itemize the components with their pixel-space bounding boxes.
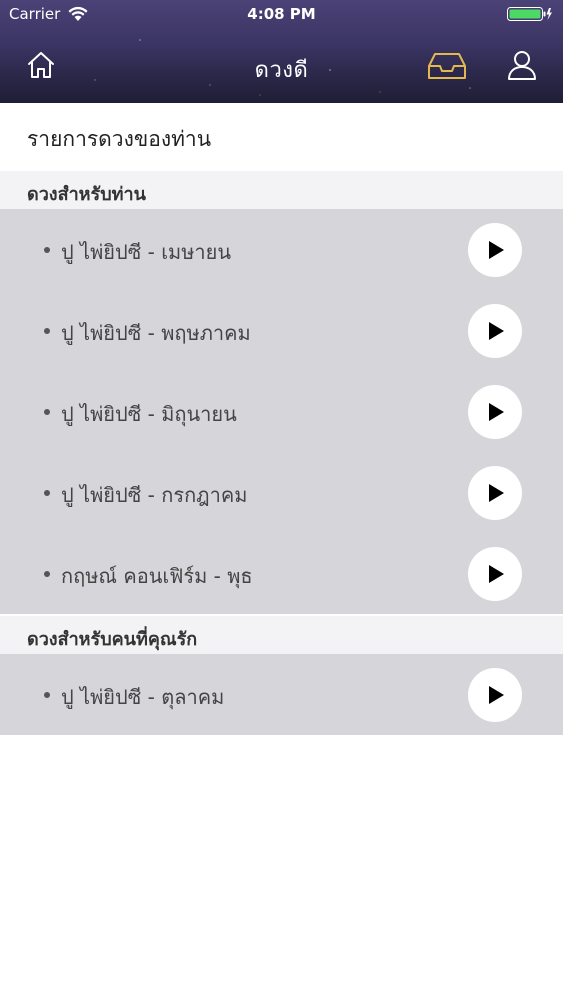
header: Carrier 4:08 PM ดวงดี <box>0 0 563 103</box>
list-item[interactable]: ปู ไพ่ยิปซี - เมษายน <box>0 209 563 290</box>
list-item[interactable]: ปู ไพ่ยิปซี - กรกฎาคม <box>0 452 563 533</box>
section-header-for-loved-one: ดวงสำหรับคนที่คุณรัก <box>0 616 563 654</box>
status-bar: Carrier 4:08 PM <box>0 0 563 30</box>
nav-title: ดวงดี <box>254 58 309 83</box>
app-screen: Carrier 4:08 PM ดวงดี รายการดวงของท่าน ด… <box>0 0 563 1000</box>
play-button[interactable] <box>468 668 522 722</box>
play-icon <box>489 484 504 502</box>
section-list-for-you: ปู ไพ่ยิปซี - เมษายน ปู ไพ่ยิปซี - พฤษภา… <box>0 209 563 614</box>
play-button[interactable] <box>468 466 522 520</box>
page-heading: รายการดวงของท่าน <box>0 103 563 171</box>
inbox-icon[interactable] <box>427 52 467 80</box>
bullet-icon <box>44 692 50 698</box>
item-label: ปู ไพ่ยิปซี - เมษายน <box>61 240 232 264</box>
item-label: ปู ไพ่ยิปซี - มิถุนายน <box>61 402 237 426</box>
play-button[interactable] <box>468 385 522 439</box>
page-title: รายการดวงของท่าน <box>27 127 212 151</box>
status-time: 4:08 PM <box>247 5 316 23</box>
play-icon <box>489 565 504 583</box>
list-item[interactable]: ปู ไพ่ยิปซี - ตุลาคม <box>0 654 563 735</box>
list-item[interactable]: ปู ไพ่ยิปซี - พฤษภาคม <box>0 290 563 371</box>
bullet-icon <box>44 571 50 577</box>
play-icon <box>489 241 504 259</box>
list-item[interactable]: กฤษณ์ คอนเฟิร์ม - พุธ <box>0 533 563 614</box>
navigation-bar: ดวงดี <box>0 38 563 96</box>
user-icon[interactable] <box>506 49 538 81</box>
bullet-icon <box>44 490 50 496</box>
battery-icon <box>507 7 552 21</box>
play-icon <box>489 686 504 704</box>
play-button[interactable] <box>468 223 522 277</box>
play-button[interactable] <box>468 304 522 358</box>
item-label: ปู ไพ่ยิปซี - พฤษภาคม <box>61 321 251 345</box>
list-item[interactable]: ปู ไพ่ยิปซี - มิถุนายน <box>0 371 563 452</box>
bullet-icon <box>44 409 50 415</box>
item-label: ปู ไพ่ยิปซี - กรกฎาคม <box>61 483 248 507</box>
bullet-icon <box>44 328 50 334</box>
item-label: ปู ไพ่ยิปซี - ตุลาคม <box>61 685 225 709</box>
section-title: ดวงสำหรับคนที่คุณรัก <box>27 629 198 650</box>
bullet-icon <box>44 247 50 253</box>
section-title: ดวงสำหรับท่าน <box>27 184 146 205</box>
play-icon <box>489 322 504 340</box>
section-header-for-you: ดวงสำหรับท่าน <box>0 171 563 209</box>
section-list-for-loved-one: ปู ไพ่ยิปซี - ตุลาคม <box>0 654 563 735</box>
item-label: กฤษณ์ คอนเฟิร์ม - พุธ <box>61 564 253 588</box>
play-icon <box>489 403 504 421</box>
play-button[interactable] <box>468 547 522 601</box>
